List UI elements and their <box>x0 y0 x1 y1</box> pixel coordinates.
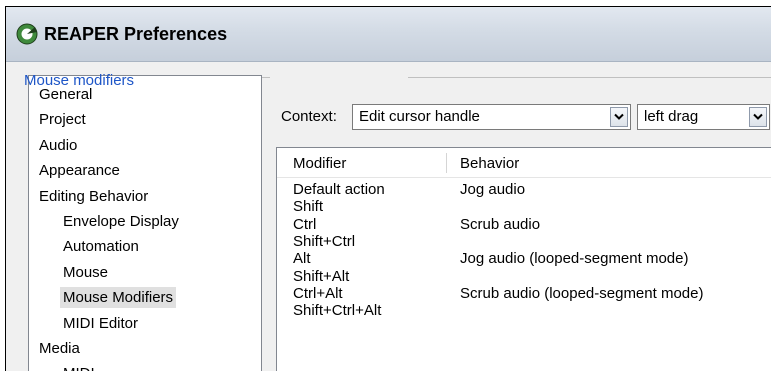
column-divider[interactable] <box>446 153 447 173</box>
context-label: Context: <box>281 108 337 125</box>
nav-item[interactable]: Project <box>36 109 89 130</box>
list-header: Modifier Behavior <box>277 148 771 178</box>
action-dropdown[interactable]: left drag <box>637 104 770 130</box>
reaper-logo-icon <box>16 23 38 45</box>
table-row[interactable]: Shift+Alt <box>277 268 771 285</box>
modifier-list[interactable]: Modifier Behavior Default action Jog audi… <box>276 147 771 371</box>
nav-item[interactable]: Audio <box>36 135 80 156</box>
column-header-modifier[interactable]: Modifier <box>293 155 346 172</box>
title-bar[interactable]: REAPER Preferences <box>6 7 771 62</box>
chevron-down-icon <box>753 113 763 120</box>
nav-item[interactable]: Automation <box>60 236 142 257</box>
modifier-cell: Ctrl <box>293 215 317 233</box>
table-row[interactable]: Alt Jog audio (looped-segment mode) <box>277 250 771 267</box>
column-header-behavior[interactable]: Behavior <box>460 155 519 172</box>
table-row[interactable]: Default action Jog audio <box>277 181 771 198</box>
context-dropdown-button[interactable] <box>610 107 628 127</box>
modifier-cell: Shift+Ctrl <box>293 232 356 250</box>
preferences-window: REAPER Preferences General Project Audio Ap… <box>5 6 771 371</box>
mouse-modifiers-group <box>262 69 771 79</box>
behavior-cell: Jog audio (looped-segment mode) <box>460 250 689 268</box>
action-dropdown-button[interactable] <box>749 107 767 127</box>
behavior-cell: Scrub audio <box>460 215 541 233</box>
nav-item[interactable]: Editing Behavior <box>36 186 151 207</box>
preferences-client-area: General Project Audio Appearance Editing Beh… <box>6 62 771 371</box>
nav-item[interactable]: Media <box>36 338 83 359</box>
action-dropdown-value: left drag <box>644 108 699 125</box>
group-border-right <box>408 77 771 78</box>
nav-item[interactable]: MIDI Editor <box>60 313 141 334</box>
table-row[interactable]: Shift <box>277 198 771 215</box>
modifier-cell: Shift+Ctrl+Alt <box>293 302 382 320</box>
table-row[interactable]: Shift+Ctrl <box>277 233 771 250</box>
nav-item[interactable]: Mouse Modifiers <box>60 287 177 309</box>
behavior-cell: Jog audio <box>460 181 526 198</box>
context-dropdown-value: Edit cursor handle <box>359 108 480 125</box>
window-title: REAPER Preferences <box>44 24 228 44</box>
modifier-cell: Shift <box>293 198 324 216</box>
preferences-nav-tree[interactable]: General Project Audio Appearance Editing Beh… <box>28 75 262 371</box>
nav-item[interactable]: Appearance <box>36 160 123 181</box>
modifier-cell: Default action <box>293 181 385 198</box>
table-row[interactable]: Ctrl Scrub audio <box>277 216 771 233</box>
nav-item[interactable]: Envelope Display <box>60 211 182 232</box>
table-row[interactable]: Ctrl+Alt Scrub audio (looped-segment mode… <box>277 285 771 302</box>
group-border-left <box>262 77 270 78</box>
table-row[interactable]: Shift+Ctrl+Alt <box>277 302 771 319</box>
modifier-cell: Ctrl+Alt <box>293 284 343 302</box>
modifier-cell: Alt <box>293 250 311 268</box>
chevron-down-icon <box>614 113 624 120</box>
context-dropdown[interactable]: Edit cursor handle <box>352 104 631 130</box>
group-label: Mouse modifiers <box>24 72 135 89</box>
modifier-cell: Shift+Alt <box>293 267 350 285</box>
behavior-cell: Scrub audio (looped-segment mode) <box>460 284 704 302</box>
nav-item[interactable]: Mouse <box>60 262 111 283</box>
